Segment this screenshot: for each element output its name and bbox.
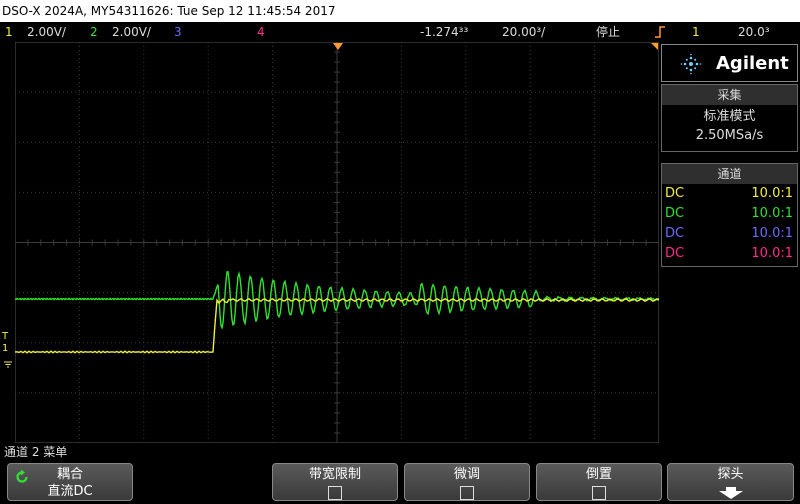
menu-title: 通道 2 菜单 xyxy=(4,445,68,459)
title-bar: DSO-X 2024A, MY54311626: Tue Sep 12 11:4… xyxy=(0,0,800,22)
acquisition-box[interactable]: 采集 标准模式 2.50MSa/s xyxy=(661,84,798,152)
channel-probe: 10.0:1 xyxy=(751,206,793,221)
fine-label: 微调 xyxy=(453,467,480,482)
trigger-position-marker xyxy=(333,43,343,50)
time-scale[interactable]: 20.00³/ xyxy=(502,22,545,42)
channel-coupling: DC xyxy=(665,186,685,201)
channel-coupling: DC xyxy=(665,246,685,261)
coupling-softkey[interactable]: 耦合 直流DC xyxy=(7,463,133,501)
sample-rate: 2.50MSa/s xyxy=(695,128,764,143)
channels-box[interactable]: 通道 DC 10.0:1 DC 10.0:1 DC 10.0:1 DC 10.0… xyxy=(661,163,798,267)
channel-probe: 10.0:1 xyxy=(751,186,793,201)
invert-softkey[interactable]: 倒置 xyxy=(536,463,662,501)
ch4-number[interactable]: 4 xyxy=(257,22,265,42)
brand-box: Agilent xyxy=(661,44,798,82)
acquisition-header: 采集 xyxy=(662,85,797,105)
channel-row: DC 10.0:1 xyxy=(662,184,797,204)
graticule xyxy=(15,42,659,443)
rotate-knob-icon xyxy=(14,469,30,489)
acquisition-mode: 标准模式 xyxy=(703,109,756,124)
channel-probe: 10.0:1 xyxy=(751,226,793,241)
ch3-number[interactable]: 3 xyxy=(174,22,182,42)
channel-row: DC 10.0:1 xyxy=(662,224,797,244)
ground-icon xyxy=(3,354,13,373)
ch1-ground-marker: 1 xyxy=(2,343,9,354)
ch2-scale[interactable]: 2.00V/ xyxy=(112,22,151,42)
ch2-number[interactable]: 2 xyxy=(90,22,98,42)
trigger-level[interactable]: 20.0³ xyxy=(738,22,770,42)
channel-row: DC 10.0:1 xyxy=(662,244,797,264)
right-panel: Agilent 采集 标准模式 2.50MSa/s 通道 DC 10.0:1 D… xyxy=(660,42,800,466)
brand-name: Agilent xyxy=(716,53,789,74)
fine-checkbox[interactable] xyxy=(460,486,474,500)
trigger-level-marker xyxy=(651,43,658,50)
bandwidth-limit-checkbox[interactable] xyxy=(328,486,342,500)
probe-softkey[interactable]: 探头 xyxy=(667,463,794,501)
status-bar: 1 2.00V/ 2 2.00V/ 3 4 -1.274³³ 20.00³/ 停… xyxy=(0,22,800,42)
fine-softkey[interactable]: 微调 xyxy=(404,463,530,501)
invert-checkbox[interactable] xyxy=(592,486,606,500)
channel-row: DC 10.0:1 xyxy=(662,204,797,224)
invert-label: 倒置 xyxy=(585,467,612,482)
channels-header: 通道 xyxy=(662,164,797,184)
probe-label: 探头 xyxy=(717,467,744,482)
bandwidth-limit-label: 带宽限制 xyxy=(308,467,361,482)
ch1-scale[interactable]: 2.00V/ xyxy=(27,22,66,42)
channel-probe: 10.0:1 xyxy=(751,246,793,261)
run-state[interactable]: 停止 xyxy=(596,22,620,42)
channel-coupling: DC xyxy=(665,206,685,221)
trigger-source[interactable]: 1 xyxy=(692,22,700,42)
ch1-number[interactable]: 1 xyxy=(5,22,13,42)
bandwidth-limit-softkey[interactable]: 带宽限制 xyxy=(272,463,398,501)
channel-coupling: DC xyxy=(665,226,685,241)
trigger-marker: T xyxy=(2,331,9,342)
time-delay[interactable]: -1.274³³ xyxy=(420,22,468,42)
agilent-spark-icon xyxy=(680,53,702,79)
waveform-display[interactable] xyxy=(15,42,659,443)
